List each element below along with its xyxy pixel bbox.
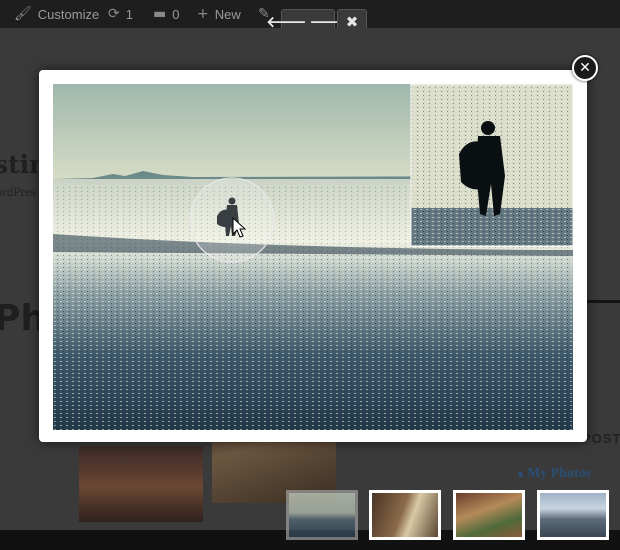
updates-link[interactable]: ⟳ 1	[108, 0, 133, 28]
lightbox-image[interactable]	[53, 84, 573, 430]
brush-icon: 🖌	[14, 6, 32, 22]
updates-count: 1	[125, 6, 133, 22]
plus-icon: +	[197, 6, 209, 22]
zoom-preview	[410, 84, 573, 247]
sidebar-widget	[585, 306, 620, 406]
customize-link[interactable]: 🖌 Customize	[14, 0, 99, 28]
sidebar-link-item: My Photos	[518, 466, 591, 482]
thumbnail-3[interactable]	[453, 490, 525, 540]
thumbnail-2[interactable]	[369, 490, 441, 540]
customize-label: Customize	[37, 6, 100, 22]
sidebar-posts-heading: POST	[582, 431, 620, 446]
lightbox	[39, 70, 587, 442]
surfer-photo	[53, 84, 573, 430]
comment-icon: ▬	[153, 6, 167, 22]
site-description: ordPres	[0, 184, 36, 199]
bullet-icon	[518, 471, 523, 477]
thumbnail-4[interactable]	[537, 490, 609, 540]
gallery-tile[interactable]	[79, 446, 203, 522]
new-label: New	[214, 6, 241, 22]
updates-icon: ⟳	[108, 6, 120, 22]
comments-count: 0	[172, 6, 180, 22]
sidebar-divider	[585, 300, 620, 303]
close-circle-icon: ✕	[579, 60, 591, 76]
lightbox-close-button[interactable]: ✕	[572, 55, 598, 81]
my-photos-link[interactable]: My Photos	[527, 466, 591, 482]
new-content-link[interactable]: + New	[197, 0, 241, 28]
thumbnail-1[interactable]	[286, 490, 358, 540]
comments-link[interactable]: ▬ 0	[153, 0, 179, 28]
